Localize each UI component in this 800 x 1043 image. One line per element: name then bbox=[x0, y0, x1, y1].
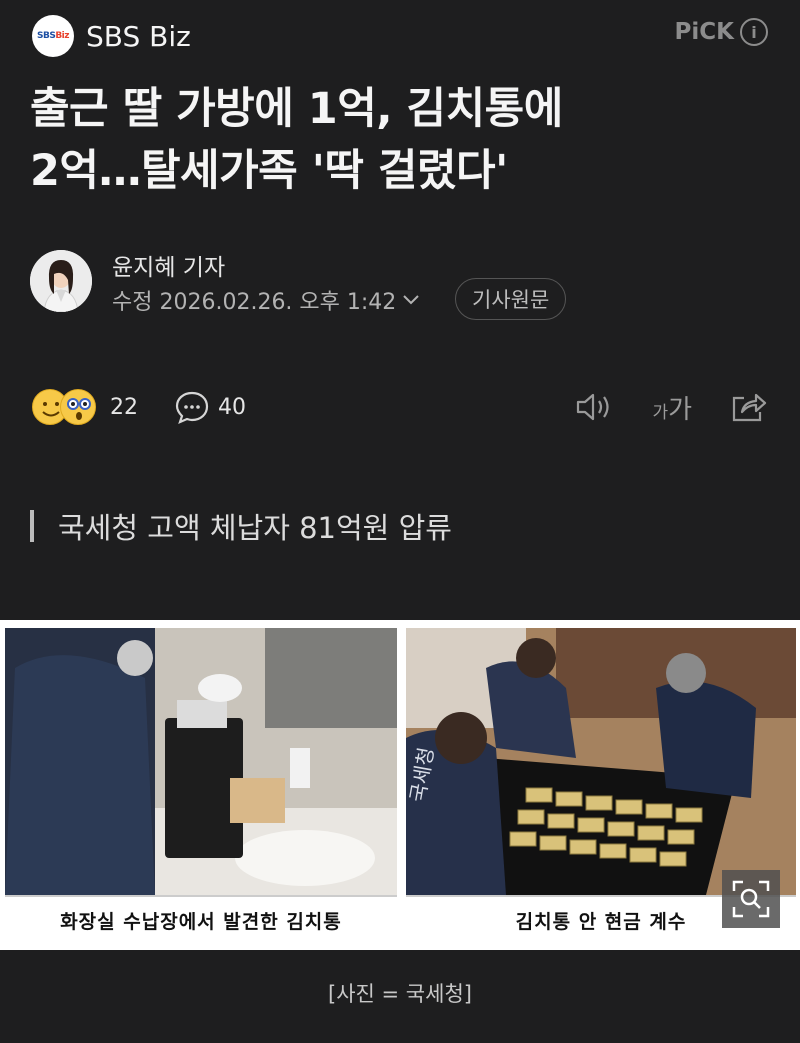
author-row: 윤지혜 기자 수정 2026.02.26. 오후 1:42 기사원문 bbox=[30, 246, 770, 320]
original-article-button[interactable]: 기사원문 bbox=[455, 278, 567, 320]
logo-biz-text: Biz bbox=[55, 31, 69, 41]
zoom-button[interactable] bbox=[722, 870, 780, 928]
chevron-down-icon bbox=[403, 295, 420, 305]
info-icon[interactable]: i bbox=[740, 18, 768, 46]
speaker-icon[interactable] bbox=[574, 391, 614, 423]
title-line-2: 2억…탈세가족 '딱 걸렸다' bbox=[30, 146, 508, 196]
magnify-icon bbox=[732, 880, 770, 918]
article-title: 출근 딸 가방에 1억, 김치통에 2억…탈세가족 '딱 걸렸다' bbox=[30, 78, 770, 202]
date-text: 수정 2026.02.26. 오후 1:42 bbox=[112, 290, 397, 315]
font-size-large-glyph: 가 bbox=[668, 394, 692, 425]
pick-label: PiCK bbox=[674, 19, 734, 45]
author-name[interactable]: 윤지혜 기자 bbox=[112, 248, 225, 282]
photo-panel-bathroom: 화장실 수납장에서 발견한 김치통 bbox=[5, 628, 397, 943]
press-name[interactable]: SBS Biz bbox=[86, 20, 191, 53]
surprised-emoji-icon bbox=[60, 389, 96, 425]
press-header: SBS Biz SBS Biz PiCK i bbox=[32, 15, 768, 57]
subheading-text: 국세청 고액 체납자 81억원 압류 bbox=[58, 511, 452, 545]
left-photo-caption: 화장실 수납장에서 발견한 김치통 bbox=[5, 895, 397, 943]
font-size-button[interactable]: 가가 bbox=[652, 389, 692, 426]
subheading-bar bbox=[30, 510, 34, 542]
article-tools: 가가 bbox=[574, 384, 768, 430]
author-avatar[interactable] bbox=[30, 250, 92, 312]
reaction-count: 22 bbox=[110, 394, 138, 420]
comment-count: 40 bbox=[218, 394, 246, 420]
bathroom-scene-image bbox=[5, 628, 397, 895]
article-photo[interactable]: 화장실 수납장에서 발견한 김치통 국세청 김치통 안 현금 계수 bbox=[0, 620, 800, 950]
comment-icon[interactable] bbox=[174, 389, 210, 425]
reaction-button[interactable] bbox=[32, 387, 100, 427]
font-size-small-glyph: 가 bbox=[652, 402, 669, 423]
pick-badge[interactable]: PiCK i bbox=[675, 18, 768, 46]
title-line-1: 출근 딸 가방에 1억, 김치통에 bbox=[30, 84, 563, 134]
reaction-toolbar: 22 40 가가 bbox=[32, 384, 768, 430]
photo-credit: [사진 = 국세청] bbox=[328, 982, 472, 1006]
share-icon[interactable] bbox=[730, 390, 768, 424]
article-subheading: 국세청 고액 체납자 81억원 압류 bbox=[30, 505, 452, 547]
sbs-biz-logo[interactable]: SBS Biz bbox=[32, 15, 74, 57]
counting-scene-image: 국세청 bbox=[406, 628, 796, 895]
logo-sbs-text: SBS bbox=[36, 31, 56, 41]
article-date[interactable]: 수정 2026.02.26. 오후 1:42 bbox=[112, 284, 420, 316]
